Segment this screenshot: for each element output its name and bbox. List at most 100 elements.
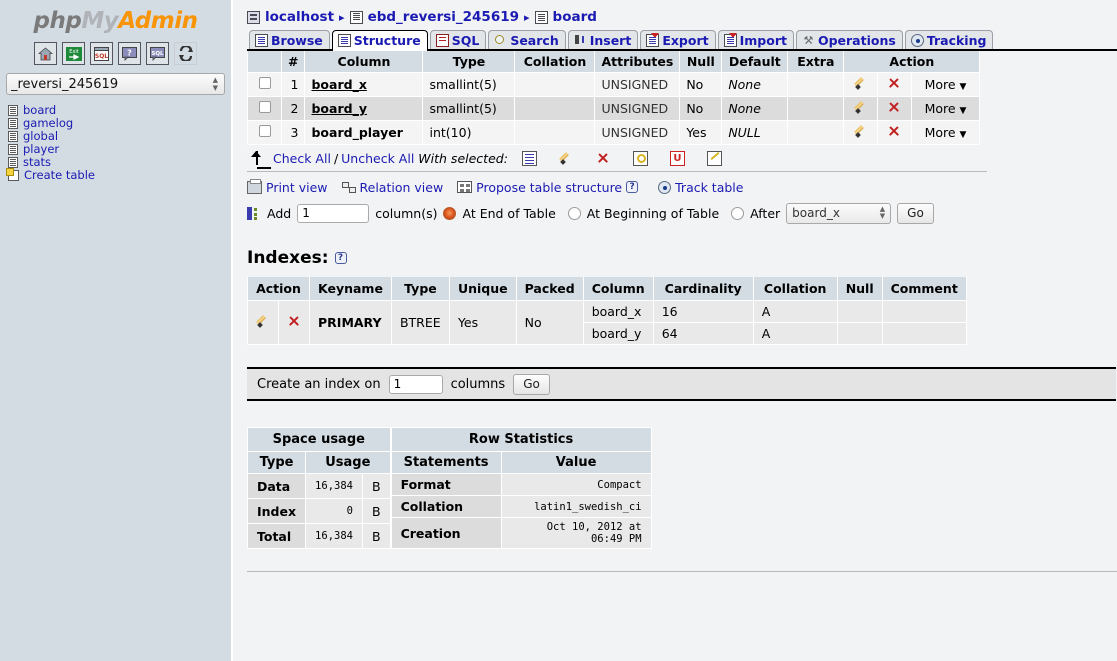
- edit-column-button[interactable]: [843, 96, 879, 121]
- svg-text:SQL: SQL: [95, 53, 108, 60]
- tab-structure[interactable]: Structure: [331, 30, 428, 51]
- row-checkbox[interactable]: [258, 101, 271, 113]
- row-checkbox[interactable]: [258, 77, 271, 89]
- primary-key-icon[interactable]: [632, 151, 648, 166]
- drop-icon: [887, 100, 901, 114]
- svg-text:Exit: Exit: [69, 49, 79, 55]
- tab-browse[interactable]: Browse: [249, 30, 330, 49]
- navigation-sidebar: phpMyAdmin Exit SQL ? SQL _reversi_24561…: [0, 0, 233, 661]
- row-number: 2: [280, 96, 306, 121]
- space-usage-unit: B: [361, 473, 391, 499]
- more-label: More: [924, 125, 956, 140]
- drop-column-button[interactable]: [877, 96, 912, 121]
- separator-slash: /: [333, 151, 339, 166]
- create-index-columns-label: columns: [450, 376, 506, 392]
- after-column-select[interactable]: board_x: [786, 202, 892, 224]
- create-index-columns-input[interactable]: [388, 374, 443, 394]
- new-table-icon: [6, 168, 19, 181]
- row-checkbox[interactable]: [258, 125, 271, 137]
- tab-insert[interactable]: Insert: [567, 30, 639, 49]
- pencil-icon: [559, 151, 573, 165]
- check-all-link[interactable]: Check All: [273, 151, 331, 166]
- sql-docs-icon[interactable]: SQL: [146, 42, 169, 65]
- import-icon: [723, 32, 737, 47]
- structure-header-row: # Column Type Collation Attributes Null …: [247, 51, 981, 73]
- space-usage-row: Data 16,384 B: [246, 473, 391, 499]
- more-actions-button[interactable]: More ▼: [910, 72, 981, 97]
- help-icon[interactable]: ?: [334, 252, 347, 264]
- drop-selected-icon[interactable]: [596, 151, 611, 166]
- column-type: smallint(5): [422, 96, 516, 121]
- radio-after-column[interactable]: [731, 206, 745, 220]
- drop-index-button[interactable]: [278, 300, 310, 345]
- index-null: [836, 322, 883, 345]
- add-column-go-button[interactable]: Go: [897, 202, 934, 224]
- propose-structure-label[interactable]: Propose table structure: [476, 180, 622, 195]
- edit-column-button[interactable]: [843, 72, 879, 97]
- phpmyadmin-page: phpMyAdmin Exit SQL ? SQL _reversi_24561…: [0, 0, 1117, 661]
- th-unique: Unique: [448, 277, 517, 301]
- index-icon[interactable]: [706, 151, 722, 166]
- radio-at-end-of-table[interactable]: [443, 206, 457, 220]
- relation-view-link[interactable]: Relation view: [341, 180, 444, 195]
- statistic-value: Compact: [500, 473, 652, 496]
- tab-sql[interactable]: SQL: [429, 30, 487, 49]
- radio-at-beginning-of-table[interactable]: [567, 206, 581, 220]
- drop-column-button[interactable]: [877, 120, 912, 145]
- database-select[interactable]: _reversi_245619: [6, 73, 225, 95]
- edit-index-button[interactable]: [247, 300, 279, 345]
- more-label: More: [924, 101, 956, 116]
- tab-operations[interactable]: ⚒ Operations: [795, 30, 903, 49]
- tab-search[interactable]: Search: [488, 30, 566, 49]
- unique-icon[interactable]: U: [669, 151, 685, 166]
- sidebar-create-table[interactable]: Create table: [6, 168, 231, 182]
- tab-export[interactable]: Export: [640, 30, 716, 49]
- sql-window-icon[interactable]: SQL: [90, 42, 113, 65]
- index-collation: A: [752, 322, 838, 345]
- create-index-go-button[interactable]: Go: [513, 373, 550, 395]
- tab-import[interactable]: Import: [717, 30, 794, 49]
- breadcrumb-database[interactable]: ebd_reversi_245619: [368, 9, 519, 25]
- print-view-label[interactable]: Print view: [266, 180, 328, 195]
- column-default: None: [721, 96, 789, 121]
- table-icon: [8, 144, 18, 155]
- sidebar-nav-icons: Exit SQL ? SQL: [0, 38, 231, 73]
- index-row: PRIMARY BTREE Yes No board_x 16 A: [247, 300, 967, 345]
- tracking-icon: [910, 33, 924, 47]
- tab-label: Tracking: [926, 32, 987, 48]
- help-icon[interactable]: ?: [626, 181, 639, 193]
- add-column-count-input[interactable]: [297, 203, 370, 223]
- column-name: board_x: [311, 77, 367, 92]
- space-usage-table: Space usage Type Usage Data 16,384 B Ind…: [246, 427, 391, 549]
- th-keyname: Keyname: [309, 277, 392, 301]
- change-selected-icon[interactable]: [559, 151, 574, 166]
- propose-structure-link[interactable]: Propose table structure ?: [457, 180, 639, 195]
- print-view-link[interactable]: Print view: [247, 178, 328, 195]
- home-icon[interactable]: [34, 42, 57, 65]
- track-table-link[interactable]: Track table: [658, 180, 743, 195]
- sql-icon: [435, 33, 449, 47]
- tab-label: Import: [739, 32, 787, 48]
- uncheck-all-link[interactable]: Uncheck All: [341, 151, 414, 166]
- phpmyadmin-docs-icon[interactable]: ?: [118, 42, 141, 65]
- browse-selected-icon[interactable]: [521, 151, 537, 166]
- column-null: No: [679, 96, 723, 121]
- drop-column-button[interactable]: [877, 72, 912, 97]
- breadcrumb-server[interactable]: localhost: [265, 9, 334, 25]
- indexes-title: Indexes:: [247, 248, 329, 268]
- reload-icon[interactable]: [174, 42, 197, 65]
- create-table-link[interactable]: Create table: [24, 169, 95, 182]
- row-number: 1: [280, 72, 306, 97]
- track-table-label[interactable]: Track table: [675, 180, 743, 195]
- edit-column-button[interactable]: [843, 120, 879, 145]
- breadcrumb-table[interactable]: board: [553, 9, 597, 25]
- relation-view-label[interactable]: Relation view: [360, 180, 444, 195]
- index-packed: No: [515, 300, 584, 345]
- at-end-label: At End of Table: [462, 205, 556, 221]
- more-actions-button[interactable]: More ▼: [910, 96, 981, 121]
- columns-label: column(s): [375, 205, 438, 221]
- exit-icon[interactable]: Exit: [62, 42, 85, 65]
- more-actions-button[interactable]: More ▼: [910, 120, 981, 145]
- tab-tracking[interactable]: Tracking: [904, 30, 994, 49]
- statistic-name: Creation: [390, 517, 502, 549]
